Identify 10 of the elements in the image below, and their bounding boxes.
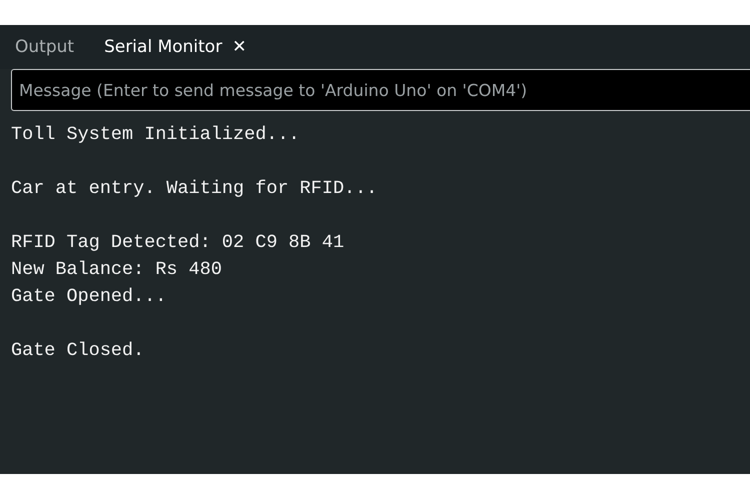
tab[interactable]: Serial Monitor ✕ [104,37,246,57]
tab[interactable]: Output [15,37,74,57]
console-line: Gate Closed. [11,339,144,363]
console-line: New Balance: Rs 480 [11,258,222,282]
console-line: RFID Tag Detected: 02 C9 8B 41 [11,231,344,255]
message-field[interactable]: Message (Enter to send message to 'Arduino Uno' on 'COM4') [11,69,750,111]
close-icon[interactable]: ✕ [232,37,246,57]
console-line: Gate Opened... [11,285,166,309]
console-line: Toll System Initialized... [11,123,300,147]
console-line: Car at entry. Waiting for RFID... [11,177,378,201]
